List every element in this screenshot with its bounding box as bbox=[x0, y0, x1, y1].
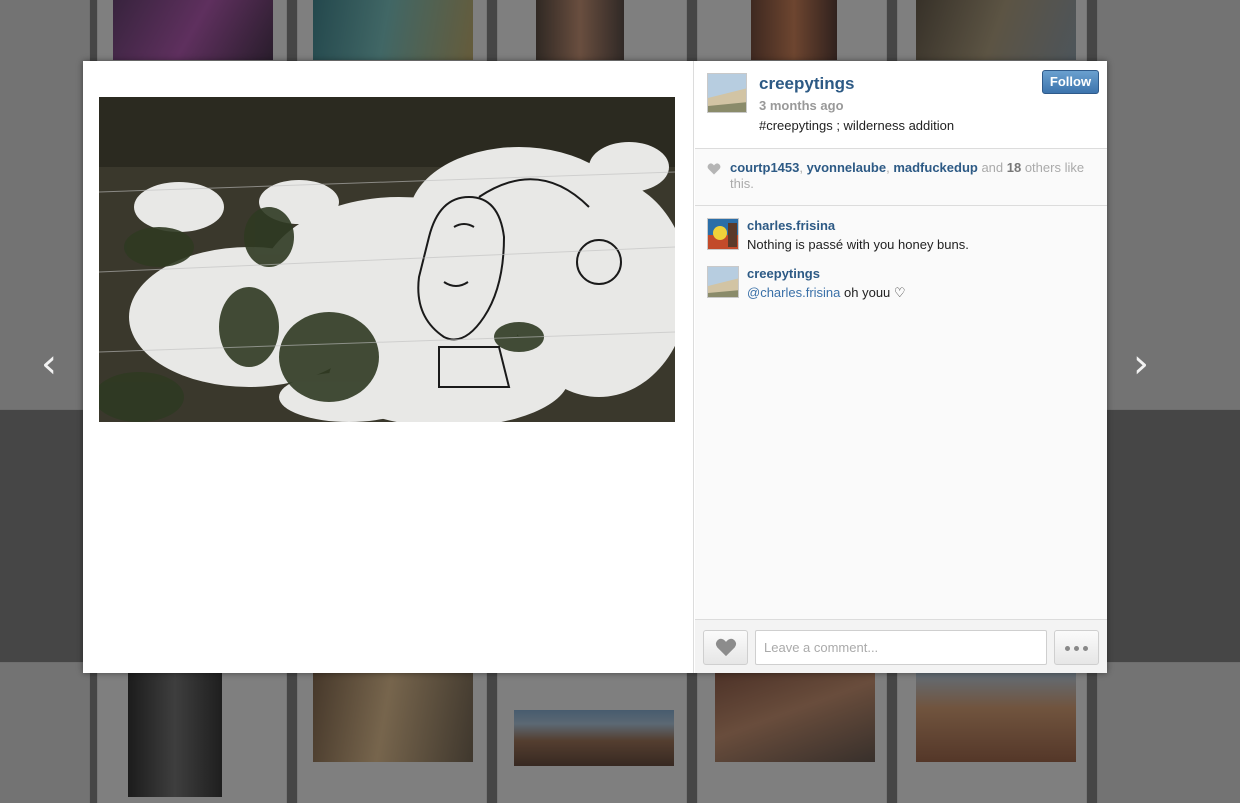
comment-username[interactable]: charles.frisina bbox=[747, 218, 835, 233]
comment-text: @charles.frisina oh youu ♡ bbox=[747, 285, 906, 301]
previous-arrow-icon[interactable]: ‹ bbox=[34, 344, 64, 384]
heart-icon bbox=[707, 163, 721, 175]
comment-input[interactable] bbox=[755, 630, 1047, 665]
comment-bar bbox=[695, 619, 1107, 673]
owner-avatar[interactable] bbox=[707, 73, 747, 113]
heart-icon bbox=[715, 638, 737, 657]
more-dots-icon bbox=[1065, 646, 1089, 651]
likes-and: and bbox=[977, 160, 1007, 175]
media-pane bbox=[83, 61, 694, 673]
comment-mention[interactable]: @charles.frisina bbox=[747, 285, 840, 300]
comment-item: charles.frisina Nothing is passé with yo… bbox=[707, 218, 1097, 258]
likes-others-count[interactable]: 18 bbox=[1007, 160, 1021, 175]
comment-username[interactable]: creepytings bbox=[747, 266, 820, 281]
comment-item: creepytings @charles.frisina oh youu ♡ bbox=[707, 266, 1097, 306]
commenter-avatar[interactable] bbox=[707, 218, 739, 250]
liker-username[interactable]: madfuckedup bbox=[893, 160, 978, 175]
liker-username[interactable]: courtp1453 bbox=[730, 160, 799, 175]
like-button[interactable] bbox=[703, 630, 748, 665]
next-arrow-icon[interactable]: › bbox=[1126, 344, 1156, 384]
photo-modal: creepytings 3 months ago #creepytings ; … bbox=[83, 61, 1107, 673]
comment-text: Nothing is passé with you honey buns. bbox=[747, 237, 969, 252]
post-timestamp[interactable]: 3 months ago bbox=[759, 98, 844, 113]
likes-separator: , bbox=[799, 160, 807, 175]
info-pane: creepytings 3 months ago #creepytings ; … bbox=[695, 61, 1107, 673]
comment-body: oh youu ♡ bbox=[840, 285, 906, 300]
post-owner-header: creepytings 3 months ago #creepytings ; … bbox=[695, 61, 1107, 149]
post-photo[interactable] bbox=[99, 97, 675, 422]
liker-username[interactable]: yvonnelaube bbox=[807, 160, 886, 175]
follow-button[interactable]: Follow bbox=[1042, 70, 1099, 94]
likes-summary: courtp1453, yvonnelaube, madfuckedup and… bbox=[730, 160, 1095, 192]
post-caption: #creepytings ; wilderness addition bbox=[759, 118, 955, 133]
commenter-avatar[interactable] bbox=[707, 266, 739, 298]
more-options-button[interactable] bbox=[1054, 630, 1099, 665]
owner-username[interactable]: creepytings bbox=[759, 74, 854, 94]
